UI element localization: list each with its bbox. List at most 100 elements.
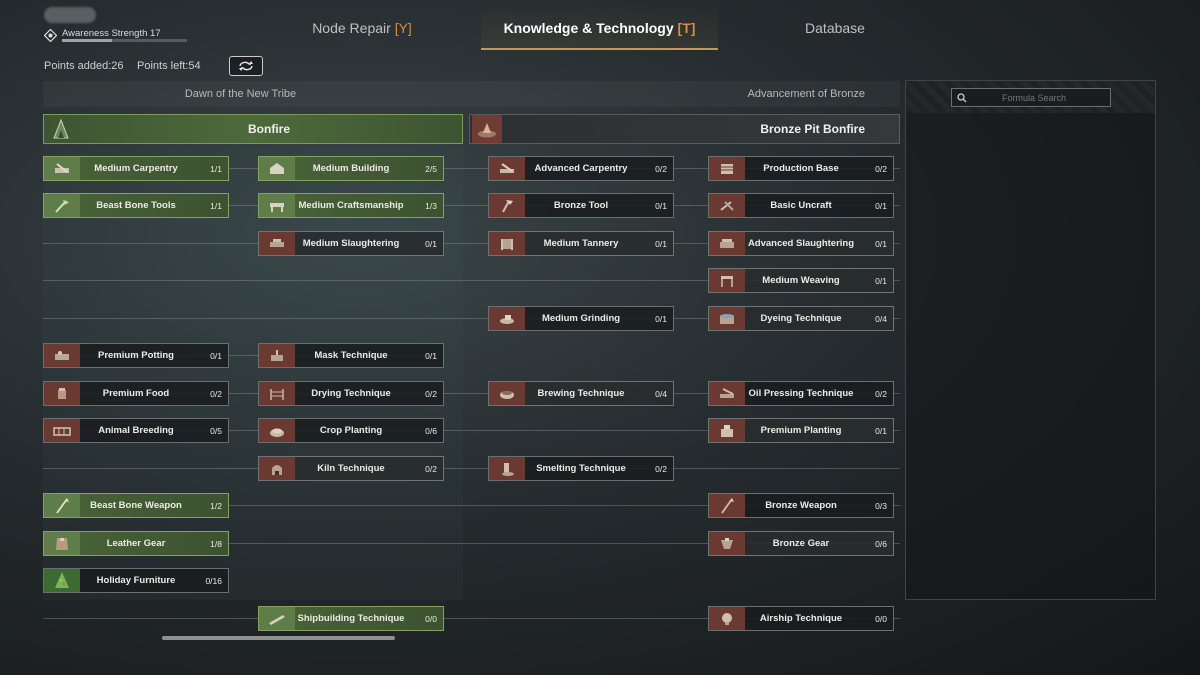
node-count: 0/0	[425, 613, 437, 624]
node-production-base[interactable]: Production Base 0/2	[708, 156, 894, 181]
node-label: Beast Bone Tools	[96, 200, 176, 211]
node-kiln-technique[interactable]: Kiln Technique 0/2	[258, 456, 444, 481]
node-label: Smelting Technique	[536, 463, 626, 474]
tab-knowledge-technology-hotkey: [T]	[677, 20, 696, 36]
node-bronze-gear[interactable]: Bronze Gear 0/6	[708, 531, 894, 556]
node-crop-planting[interactable]: Crop Planting 0/6	[258, 418, 444, 443]
node-count: 0/1	[425, 238, 437, 249]
bronze-pit-bonfire-header[interactable]: Bronze Pit Bonfire	[469, 114, 900, 144]
awareness-icon	[43, 28, 58, 43]
tab-database-label: Database	[805, 20, 865, 36]
node-label: Bronze Weapon	[765, 500, 837, 511]
node-label: Bronze Gear	[772, 538, 830, 549]
node-medium-craftsmanship[interactable]: Medium Craftsmanship 1/3	[258, 193, 444, 218]
grindstone-icon	[489, 307, 525, 330]
node-medium-grinding[interactable]: Medium Grinding 0/1	[488, 306, 674, 331]
node-premium-potting[interactable]: Premium Potting 0/1	[43, 343, 229, 368]
node-count: 0/1	[875, 425, 887, 436]
node-count: 0/2	[425, 463, 437, 474]
node-count: 0/2	[655, 463, 667, 474]
node-label: Leather Gear	[106, 538, 166, 549]
bronze-axe-icon	[489, 194, 525, 217]
node-animal-breeding[interactable]: Animal Breeding 0/5	[43, 418, 229, 443]
node-premium-food[interactable]: Premium Food 0/2	[43, 381, 229, 406]
smelter-icon	[489, 457, 525, 480]
node-advanced-slaughtering[interactable]: Advanced Slaughtering 0/1	[708, 231, 894, 256]
boat-plank-icon	[259, 607, 295, 630]
node-medium-building[interactable]: Medium Building 2/5	[258, 156, 444, 181]
horizontal-scrollbar[interactable]	[162, 636, 395, 640]
node-count: 1/2	[210, 500, 222, 511]
node-beast-bone-weapon[interactable]: Beast Bone Weapon 1/2	[43, 493, 229, 518]
formula-search-field[interactable]	[951, 88, 1111, 107]
tab-node-repair[interactable]: Node Repair [Y]	[282, 0, 442, 48]
node-label: Medium Grinding	[541, 313, 621, 324]
node-dyeing-technique[interactable]: Dyeing Technique 0/4	[708, 306, 894, 331]
bonfire-header[interactable]: Bonfire	[43, 114, 463, 144]
node-medium-tannery[interactable]: Medium Tannery 0/1	[488, 231, 674, 256]
node-bronze-weapon[interactable]: Bronze Weapon 0/3	[708, 493, 894, 518]
tab-database[interactable]: Database	[775, 0, 895, 48]
planting-shrine-icon	[709, 419, 745, 442]
node-bronze-tool[interactable]: Bronze Tool 0/1	[488, 193, 674, 218]
era-dawn-of-new-tribe: Dawn of the New Tribe	[184, 88, 297, 100]
node-count: 0/1	[655, 238, 667, 249]
node-holiday-furniture[interactable]: Holiday Furniture 0/16	[43, 568, 229, 593]
advanced-slaughter-icon	[709, 232, 745, 255]
node-label: Premium Planting	[760, 425, 842, 436]
node-beast-bone-tools[interactable]: Beast Bone Tools 1/1	[43, 193, 229, 218]
node-label: Airship Technique	[759, 613, 843, 624]
bonfire-label: Bonfire	[248, 122, 290, 136]
airship-icon	[709, 607, 745, 630]
node-label: Premium Food	[102, 388, 170, 399]
node-smelting-technique[interactable]: Smelting Technique 0/2	[488, 456, 674, 481]
bronze-pit-bonfire-icon	[472, 115, 502, 143]
formula-search-input[interactable]	[972, 91, 1096, 104]
node-count: 0/2	[210, 388, 222, 399]
node-medium-carpentry[interactable]: Medium Carpentry 1/1	[43, 156, 229, 181]
node-label: Dyeing Technique	[760, 313, 842, 324]
node-medium-weaving[interactable]: Medium Weaving 0/1	[708, 268, 894, 293]
node-basic-uncraft[interactable]: Basic Uncraft 0/1	[708, 193, 894, 218]
node-label: Premium Potting	[97, 350, 174, 361]
node-label: Production Base	[763, 163, 839, 174]
node-brewing-technique[interactable]: Brewing Technique 0/4	[488, 381, 674, 406]
node-advanced-carpentry[interactable]: Advanced Carpentry 0/2	[488, 156, 674, 181]
node-count: 0/1	[655, 313, 667, 324]
carpentry-icon	[44, 157, 80, 180]
node-label: Mask Technique	[314, 350, 388, 361]
node-airship-technique[interactable]: Airship Technique 0/0	[708, 606, 894, 631]
food-icon	[44, 382, 80, 405]
node-medium-slaughtering[interactable]: Medium Slaughtering 0/1	[258, 231, 444, 256]
tannery-rack-icon	[489, 232, 525, 255]
reset-points-button[interactable]	[229, 56, 263, 76]
node-count: 1/1	[210, 163, 222, 174]
kiln-icon	[259, 457, 295, 480]
node-label: Medium Carpentry	[94, 163, 178, 174]
search-icon	[952, 92, 972, 103]
node-count: 1/1	[210, 200, 222, 211]
node-label: Animal Breeding	[98, 425, 174, 436]
node-oil-pressing-technique[interactable]: Oil Pressing Technique 0/2	[708, 381, 894, 406]
node-shipbuilding-technique[interactable]: Shipbuilding Technique 0/0	[258, 606, 444, 631]
bronze-pit-bonfire-label: Bronze Pit Bonfire	[760, 122, 865, 136]
node-leather-gear[interactable]: Leather Gear 1/8	[43, 531, 229, 556]
node-drying-technique[interactable]: Drying Technique 0/2	[258, 381, 444, 406]
slaughter-table-icon	[259, 232, 295, 255]
node-label: Medium Building	[312, 163, 390, 174]
node-label: Kiln Technique	[317, 463, 385, 474]
node-label: Bronze Tool	[553, 200, 609, 211]
mask-icon	[259, 344, 295, 367]
spear-icon	[44, 494, 80, 517]
node-mask-technique[interactable]: Mask Technique 0/1	[258, 343, 444, 368]
tab-knowledge-technology[interactable]: Knowledge & Technology [T]	[481, 0, 718, 50]
node-label: Medium Tannery	[543, 238, 619, 249]
node-count: 0/2	[425, 388, 437, 399]
node-count: 0/5	[210, 425, 222, 436]
holiday-tree-icon	[44, 569, 80, 592]
node-count: 0/4	[875, 313, 887, 324]
production-base-icon	[709, 157, 745, 180]
node-count: 0/3	[875, 500, 887, 511]
bronze-spear-icon	[709, 494, 745, 517]
node-premium-planting[interactable]: Premium Planting 0/1	[708, 418, 894, 443]
